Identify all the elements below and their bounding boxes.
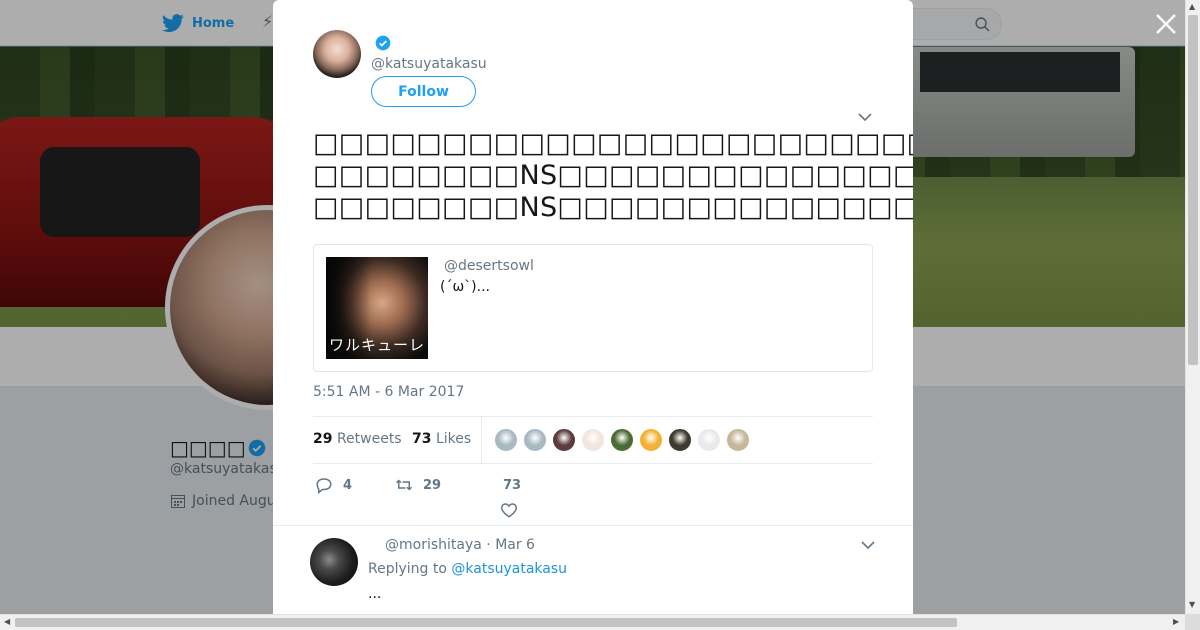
quoted-tweet-text: (´ω`)... xyxy=(440,279,490,295)
stats-divider xyxy=(481,417,482,463)
author-avatar[interactable] xyxy=(313,30,361,78)
horizontal-scroll-thumb[interactable] xyxy=(15,618,957,627)
retweets-stat[interactable]: 29 Retweets xyxy=(313,431,402,447)
scrollbar-corner xyxy=(1185,614,1200,630)
tweet-modal: @katsuyatakasu Follow □□□□□□□□□□□□□□□□□□… xyxy=(273,0,913,614)
scroll-left-arrow-icon[interactable]: ◀ xyxy=(4,617,10,626)
quoted-tweet[interactable]: ワルキューレ @desertsowl (´ω`)... xyxy=(313,244,873,372)
tweet-timestamp[interactable]: 5:51 AM - 6 Mar 2017 xyxy=(313,384,464,400)
quoted-image-caption: ワルキューレ xyxy=(328,336,425,354)
liker-avatar[interactable] xyxy=(610,428,634,452)
scroll-up-arrow-icon[interactable]: ▲ xyxy=(1189,2,1195,11)
liker-avatars xyxy=(494,428,750,452)
liker-avatar[interactable] xyxy=(552,428,576,452)
liker-avatar[interactable] xyxy=(581,428,605,452)
likes-count: 73 xyxy=(412,431,432,447)
heart-icon[interactable] xyxy=(500,501,518,519)
reply-author-avatar[interactable] xyxy=(310,538,358,586)
tweet-text: □□□□□□□□□□□□□□□□□□□□□□□□□□□□□□□□□□□□□□□□… xyxy=(313,128,913,223)
chevron-down-icon[interactable] xyxy=(858,112,872,122)
retweet-count: 29 xyxy=(423,477,442,493)
horizontal-scrollbar[interactable]: ◀ ▶ xyxy=(0,614,1185,630)
reply-tweet[interactable]: @morishitaya · Mar 6 Replying to @katsuy… xyxy=(273,525,913,614)
quoted-tweet-handle: @desertsowl xyxy=(444,258,534,274)
scroll-down-arrow-icon[interactable]: ▼ xyxy=(1189,600,1195,609)
reply-text: ... xyxy=(368,586,382,602)
follow-button[interactable]: Follow xyxy=(371,76,476,107)
reply-header[interactable]: @morishitaya · Mar 6 xyxy=(385,537,535,553)
author-handle[interactable]: @katsuyatakasu xyxy=(371,56,487,72)
liker-avatar[interactable] xyxy=(668,428,692,452)
tweet-actions: 4 29 73 xyxy=(313,476,873,520)
replying-to: Replying to @katsuyatakasu xyxy=(368,561,567,577)
retweet-icon xyxy=(395,479,413,491)
like-count: 73 xyxy=(503,478,522,493)
vertical-scrollbar[interactable]: ▲ ▼ xyxy=(1185,0,1200,614)
vertical-scroll-thumb[interactable] xyxy=(1188,15,1198,365)
reply-icon xyxy=(316,478,332,494)
liker-avatar[interactable] xyxy=(726,428,750,452)
tweet-stats: 29 Retweets 73 Likes xyxy=(313,416,873,464)
likes-label: Likes xyxy=(435,431,472,447)
scroll-right-arrow-icon[interactable]: ▶ xyxy=(1173,617,1179,626)
replying-to-link[interactable]: @katsuyatakasu xyxy=(451,561,567,577)
likes-stat[interactable]: 73 Likes xyxy=(412,431,471,447)
chevron-down-icon[interactable] xyxy=(861,540,875,550)
verified-badge-icon xyxy=(375,35,391,51)
replying-prefix: Replying to xyxy=(368,561,447,577)
quoted-tweet-image: ワルキューレ xyxy=(326,257,428,359)
liker-avatar[interactable] xyxy=(639,428,663,452)
retweets-count: 29 xyxy=(313,431,333,447)
reply-button[interactable]: 4 xyxy=(315,476,352,494)
close-modal-button[interactable] xyxy=(1154,12,1178,36)
retweet-button[interactable]: 29 xyxy=(395,476,441,494)
liker-avatar[interactable] xyxy=(523,428,547,452)
reply-count: 4 xyxy=(343,477,353,493)
liker-avatar[interactable] xyxy=(494,428,518,452)
close-icon xyxy=(1156,14,1176,34)
liker-avatar[interactable] xyxy=(697,428,721,452)
retweets-label: Retweets xyxy=(336,431,402,447)
